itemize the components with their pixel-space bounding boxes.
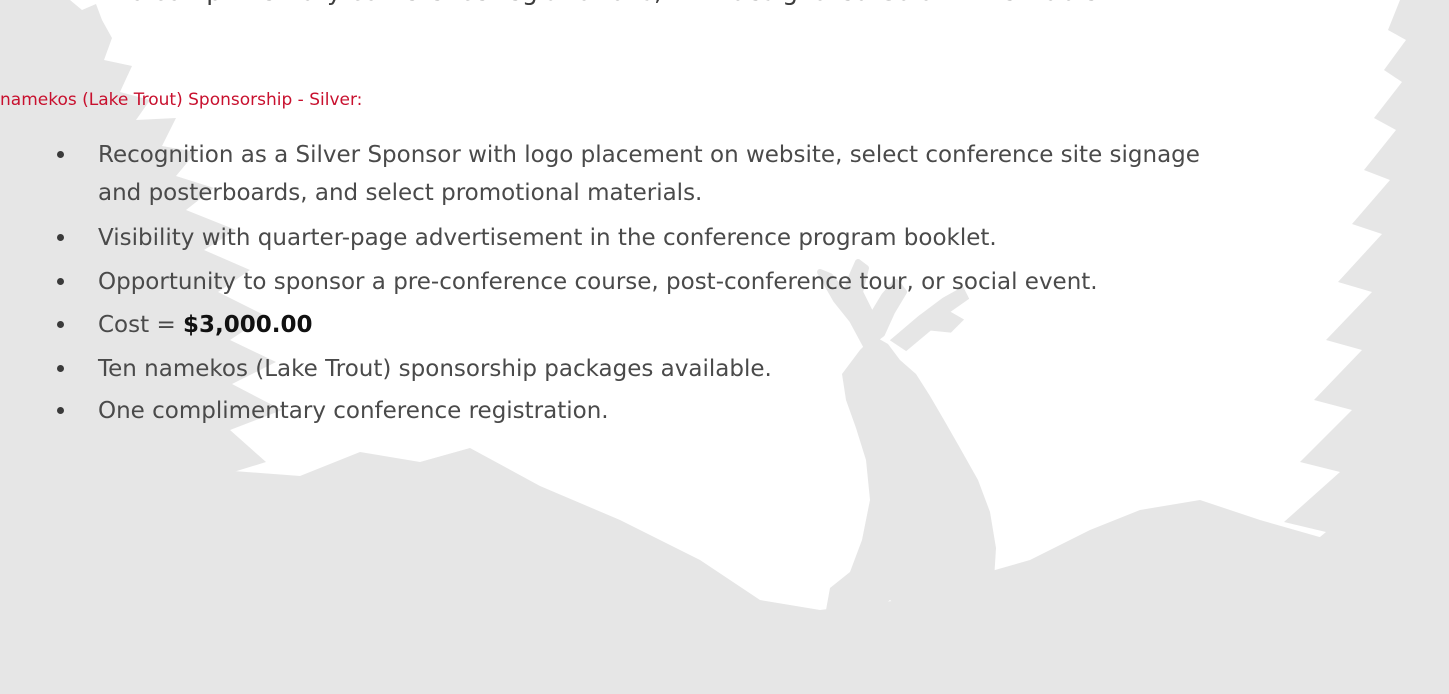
bullet-icon [57,407,64,414]
cost-label: Cost = [98,312,184,338]
cost-value: $3,000.00 [183,312,313,338]
benefit-recognition-line2: and posterboards, and select promotional… [98,180,703,206]
benefit-cost: Cost = $3,000.00 [98,306,313,344]
section-heading: namekos (Lake Trout) Sponsorship - Silve… [0,90,363,110]
previous-item-text: Two complimentary conference registratio… [98,0,1106,10]
benefit-packages: Ten namekos (Lake Trout) sponsorship pac… [98,356,772,382]
bullet-icon [57,365,64,372]
bullet-icon [57,278,64,285]
sponsorship-content: Two complimentary conference registratio… [0,0,1449,694]
benefit-opportunity: Opportunity to sponsor a pre-conference … [98,269,1098,295]
bullet-icon [57,321,64,328]
bullet-icon [57,234,64,241]
benefit-registration: One complimentary conference registratio… [98,398,609,424]
benefit-visibility: Visibility with quarter-page advertiseme… [98,225,997,251]
benefit-recognition-line1: Recognition as a Silver Sponsor with log… [98,142,1200,168]
bullet-icon [57,151,64,158]
